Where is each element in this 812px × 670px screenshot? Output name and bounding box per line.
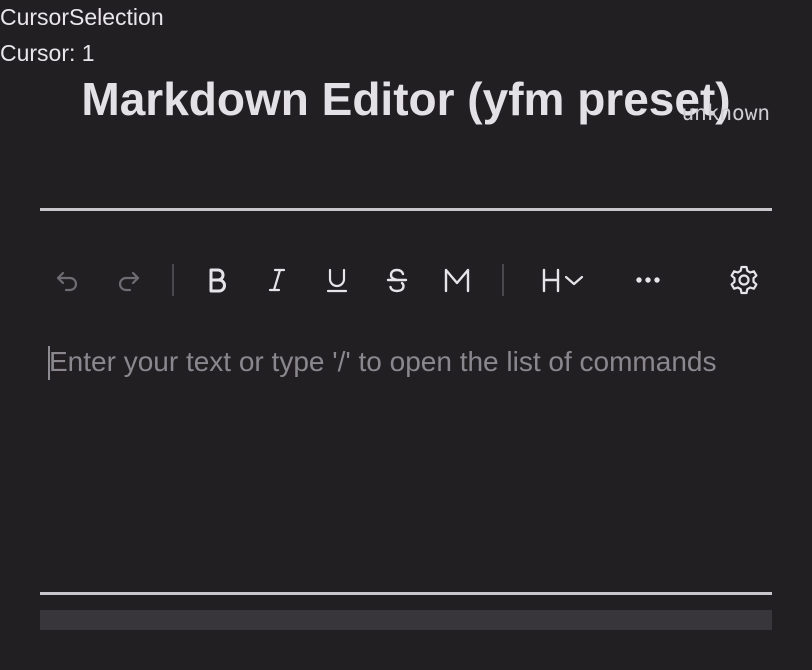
editor-top-divider bbox=[40, 208, 772, 211]
underline-button[interactable] bbox=[315, 254, 359, 306]
chevron-down-icon bbox=[564, 275, 584, 286]
editor-toolbar bbox=[40, 254, 772, 306]
monospace-icon bbox=[444, 268, 470, 293]
monospace-button[interactable] bbox=[435, 254, 479, 306]
editor-bottom-divider bbox=[40, 592, 772, 595]
editor-status-bar bbox=[40, 610, 772, 630]
strikethrough-icon bbox=[386, 268, 408, 293]
redo-button[interactable] bbox=[106, 254, 150, 306]
undo-icon bbox=[56, 271, 78, 292]
italic-icon bbox=[268, 268, 286, 292]
underline-icon bbox=[326, 268, 348, 293]
settings-button[interactable] bbox=[722, 254, 766, 306]
toolbar-separator bbox=[502, 264, 504, 296]
editor-mode-badge: unknown bbox=[681, 101, 770, 125]
debug-title: CursorSelection bbox=[0, 4, 164, 30]
italic-button[interactable] bbox=[255, 254, 299, 306]
editor-content-area[interactable]: Enter your text or type '/' to open the … bbox=[40, 330, 772, 580]
debug-cursor-position: Cursor: 1 bbox=[0, 40, 95, 66]
strikethrough-button[interactable] bbox=[375, 254, 419, 306]
redo-icon bbox=[118, 271, 140, 292]
toolbar-separator bbox=[172, 264, 174, 296]
heading-icon bbox=[542, 268, 560, 293]
undo-button[interactable] bbox=[46, 254, 90, 306]
more-horizontal-icon bbox=[636, 277, 660, 283]
heading-dropdown-button[interactable] bbox=[532, 254, 592, 306]
bold-button[interactable] bbox=[195, 254, 239, 306]
bold-icon bbox=[209, 268, 226, 293]
gear-icon bbox=[730, 265, 758, 295]
editor-placeholder: Enter your text or type '/' to open the … bbox=[49, 346, 717, 377]
more-button[interactable] bbox=[626, 254, 670, 306]
